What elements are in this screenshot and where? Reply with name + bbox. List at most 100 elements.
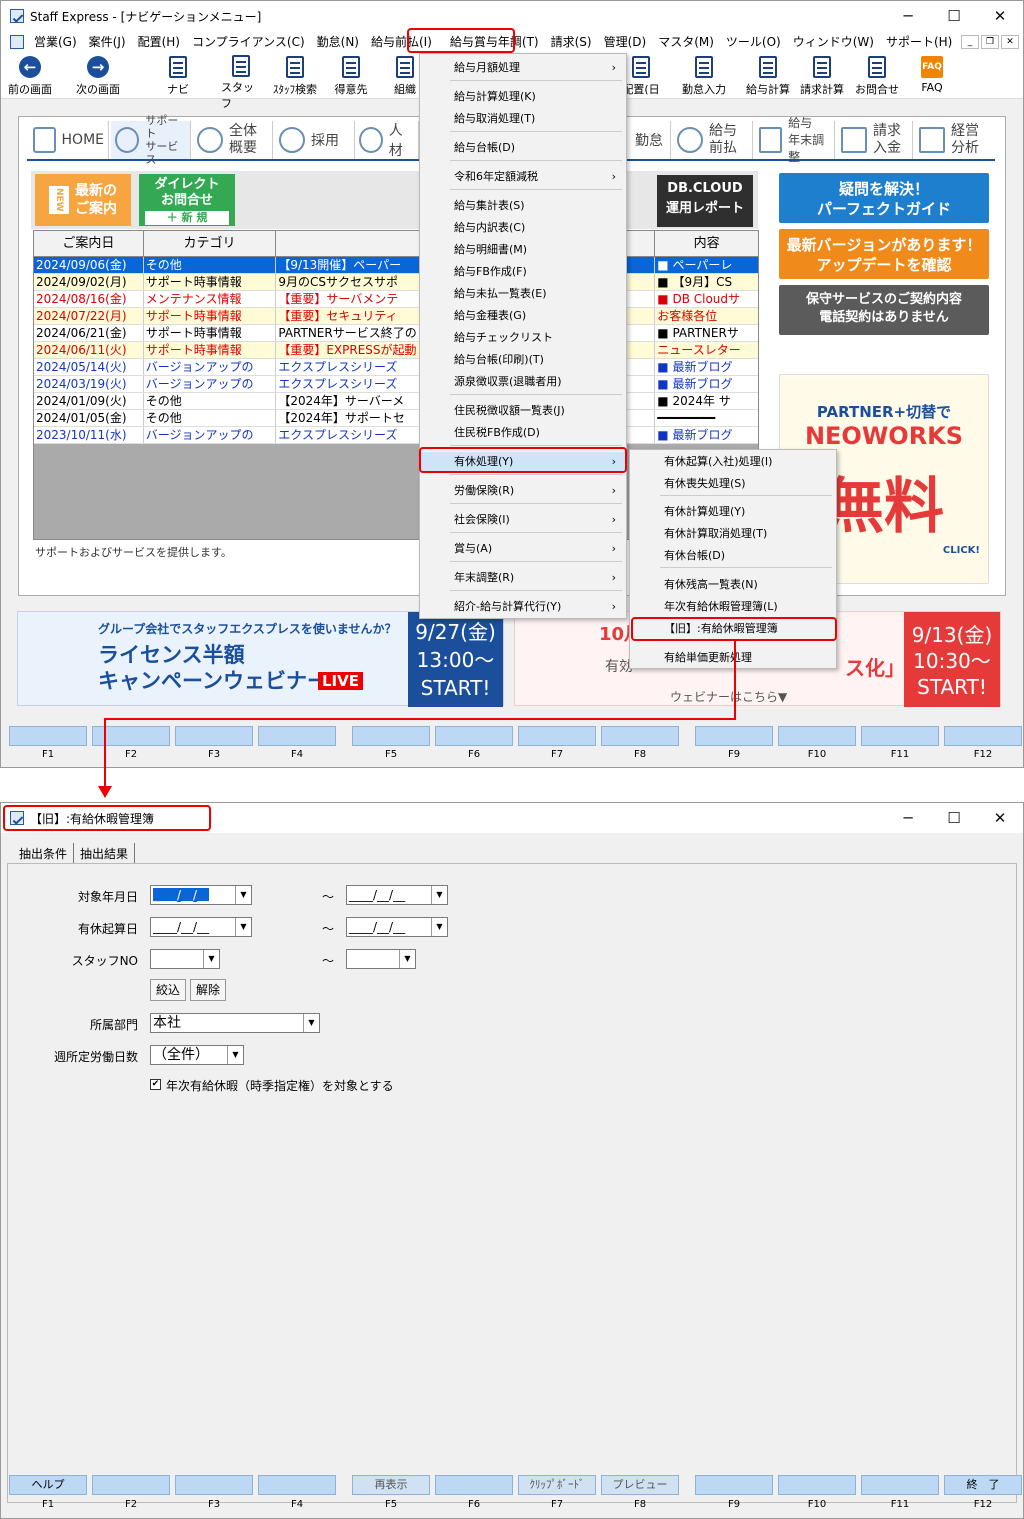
- back-button[interactable]: ← 前の画面: [5, 55, 55, 97]
- function-key-12-button[interactable]: [944, 726, 1022, 746]
- mdi-restore-button[interactable]: ❐: [981, 35, 999, 49]
- function-key-9-button[interactable]: [695, 1475, 773, 1495]
- staff-search-button[interactable]: ｽﾀｯﾌ検索: [269, 55, 321, 97]
- latest-news-button[interactable]: NEW 最新の ご案内: [35, 174, 131, 226]
- table-row[interactable]: 2024/07/22(月) サポート時事情報 【重要】セキュリティ お客様各位: [34, 308, 758, 325]
- menu-item[interactable]: 源泉徴収票(退職者用): [420, 372, 626, 392]
- menu-item[interactable]: 給与集計表(S): [420, 196, 626, 216]
- kintai-input-button[interactable]: 勤怠入力: [679, 55, 729, 97]
- perfect-guide-banner[interactable]: 疑問を解決！ パーフェクトガイド: [779, 173, 989, 223]
- table-row[interactable]: 2024/09/02(月) サポート時事情報 9月のCSサクセスサポ ■ 【9月】CS: [34, 274, 758, 291]
- annual-leave-checkbox[interactable]: ✔: [150, 1079, 161, 1090]
- function-key-12-button[interactable]: 終 了: [944, 1475, 1022, 1495]
- submenu-item[interactable]: 有休残高一覧表(N): [630, 575, 836, 595]
- function-key-5-button[interactable]: 再表示: [352, 1475, 430, 1495]
- menu-tools[interactable]: ツール(O): [720, 31, 787, 53]
- function-key-11-button[interactable]: [861, 1475, 939, 1495]
- org-button[interactable]: 組織: [389, 55, 421, 97]
- function-key-11-button[interactable]: [861, 726, 939, 746]
- billing-calc-button[interactable]: 請求計算: [797, 55, 847, 97]
- target-date-from-input[interactable]: ____/__/__ ▼: [150, 885, 252, 905]
- function-key-8-button[interactable]: プレビュー: [601, 1475, 679, 1495]
- minimize-button[interactable]: ─: [885, 803, 931, 833]
- menu-item[interactable]: 給与金種表(G): [420, 306, 626, 326]
- contract-info-banner[interactable]: 保守サービスのご契約内容 電話契約はありません: [779, 285, 989, 335]
- function-key-7-button[interactable]: ｸﾘｯﾌﾟﾎﾞｰﾄﾞ: [518, 1475, 596, 1495]
- chevron-down-icon[interactable]: ▼: [235, 886, 251, 904]
- tab-support[interactable]: サポート サービス: [111, 114, 191, 166]
- table-row[interactable]: 2023/10/11(水) バージョンアップの エクスプレスシリーズ ■ 最新ブログ: [34, 427, 758, 444]
- function-key-4-button[interactable]: [258, 1475, 336, 1495]
- function-key-4-button[interactable]: [258, 726, 336, 746]
- tab-salary-year[interactable]: 給与 年末調整: [755, 116, 835, 164]
- menu-item[interactable]: 社会保険(I) ›: [420, 510, 626, 530]
- menu-item[interactable]: 紹介-給与計算代行(Y) ›: [420, 597, 626, 617]
- menu-management[interactable]: 管理(D): [598, 31, 653, 53]
- tab-kintai[interactable]: 勤怠: [631, 121, 671, 159]
- menu-item[interactable]: 給与月額処理 ›: [420, 58, 626, 78]
- clear-button[interactable]: 解除: [190, 979, 226, 1001]
- menu-haichi[interactable]: 配置(H): [132, 31, 186, 53]
- chevron-down-icon[interactable]: ▼: [303, 1014, 319, 1032]
- menu-master[interactable]: マスタ(M): [652, 31, 720, 53]
- chevron-down-icon[interactable]: ▼: [235, 918, 251, 936]
- faq-button[interactable]: FAQ FAQ: [917, 55, 947, 97]
- close-button[interactable]: ✕: [977, 803, 1023, 833]
- close-button[interactable]: ✕: [977, 1, 1023, 31]
- filter-button[interactable]: 絞込: [150, 979, 186, 1001]
- tab-recruit[interactable]: 採用: [275, 121, 355, 159]
- function-key-1-button[interactable]: [9, 726, 87, 746]
- inquiry-button[interactable]: お問合せ: [853, 55, 901, 97]
- chevron-down-icon[interactable]: ▼: [203, 950, 219, 968]
- staff-no-to-select[interactable]: ▼: [346, 949, 416, 969]
- submenu-item[interactable]: 年次有給休暇管理簿(L): [630, 597, 836, 617]
- chevron-down-icon[interactable]: ▼: [431, 918, 447, 936]
- direct-inquiry-button[interactable]: ダイレクト お問合せ＋ 新 規: [139, 174, 235, 226]
- tab-home[interactable]: HOME: [29, 121, 109, 159]
- menu-item[interactable]: 賞与(A) ›: [420, 539, 626, 559]
- function-key-2-button[interactable]: [92, 1475, 170, 1495]
- chevron-down-icon[interactable]: ▼: [399, 950, 415, 968]
- leave-start-from-input[interactable]: ____/__/__ ▼: [150, 917, 252, 937]
- menu-item[interactable]: 給与チェックリスト: [420, 328, 626, 348]
- mdi-minimize-button[interactable]: _: [961, 35, 979, 49]
- tab-salary-advance[interactable]: 給与 前払: [673, 121, 753, 159]
- menu-kintai[interactable]: 勤怠(N): [311, 31, 365, 53]
- submenu-item[interactable]: 有休計算取消処理(T): [630, 524, 836, 544]
- menu-item[interactable]: 住民税FB作成(D): [420, 423, 626, 443]
- function-key-5-button[interactable]: [352, 726, 430, 746]
- function-key-6-button[interactable]: [435, 1475, 513, 1495]
- table-row[interactable]: 2024/05/14(火) バージョンアップの エクスプレスシリーズ ■ 最新ブログ: [34, 359, 758, 376]
- staff-button[interactable]: スタッフ: [221, 55, 261, 110]
- weekly-days-select[interactable]: （全件） ▼: [150, 1045, 244, 1065]
- menu-item[interactable]: 給与FB作成(F): [420, 262, 626, 282]
- menu-item[interactable]: 労働保険(R) ›: [420, 481, 626, 501]
- staff-no-from-select[interactable]: ▼: [150, 949, 220, 969]
- navi-button[interactable]: ナビ: [161, 55, 195, 97]
- target-date-to-input[interactable]: ____/__/__ ▼: [346, 885, 448, 905]
- minimize-button[interactable]: ─: [885, 1, 931, 31]
- function-key-10-button[interactable]: [778, 726, 856, 746]
- chevron-down-icon[interactable]: ▼: [227, 1046, 243, 1064]
- table-row[interactable]: 2024/01/05(金) その他 【2024年】サポートセ ━━━━━━━━: [34, 410, 758, 427]
- menu-support[interactable]: サポート(H): [880, 31, 958, 53]
- function-key-8-button[interactable]: [601, 726, 679, 746]
- menu-window[interactable]: ウィンドウ(W): [787, 31, 880, 53]
- maximize-button[interactable]: ☐: [931, 803, 977, 833]
- table-row[interactable]: 2024/06/11(火) サポート時事情報 【重要】EXPRESSが起動 ニュースレ…: [34, 342, 758, 359]
- tab-mgmt[interactable]: 経営 分析: [915, 121, 995, 159]
- salary-calc-button[interactable]: 給与計算: [743, 55, 793, 97]
- dept-select[interactable]: 本社 ▼: [150, 1013, 320, 1033]
- menu-item[interactable]: 令和6年定額減税 ›: [420, 167, 626, 187]
- submenu-item[interactable]: 有休台帳(D): [630, 546, 836, 566]
- menu-item[interactable]: 住民税徴収額一覧表(J): [420, 401, 626, 421]
- function-key-3-button[interactable]: [175, 726, 253, 746]
- submenu-item[interactable]: 有休起算(入社)処理(I): [630, 452, 836, 472]
- new-inquiry-button[interactable]: ＋ 新 規: [145, 211, 229, 225]
- function-key-10-button[interactable]: [778, 1475, 856, 1495]
- tab-overview[interactable]: 全体 概要: [193, 121, 273, 159]
- submenu-item[interactable]: 有給単価更新処理: [630, 648, 836, 668]
- chevron-down-icon[interactable]: ▼: [431, 886, 447, 904]
- menu-item[interactable]: 年末調整(R) ›: [420, 568, 626, 588]
- table-row[interactable]: 2024/06/21(金) サポート時事情報 PARTNERサービス終了の ■ PAR…: [34, 325, 758, 342]
